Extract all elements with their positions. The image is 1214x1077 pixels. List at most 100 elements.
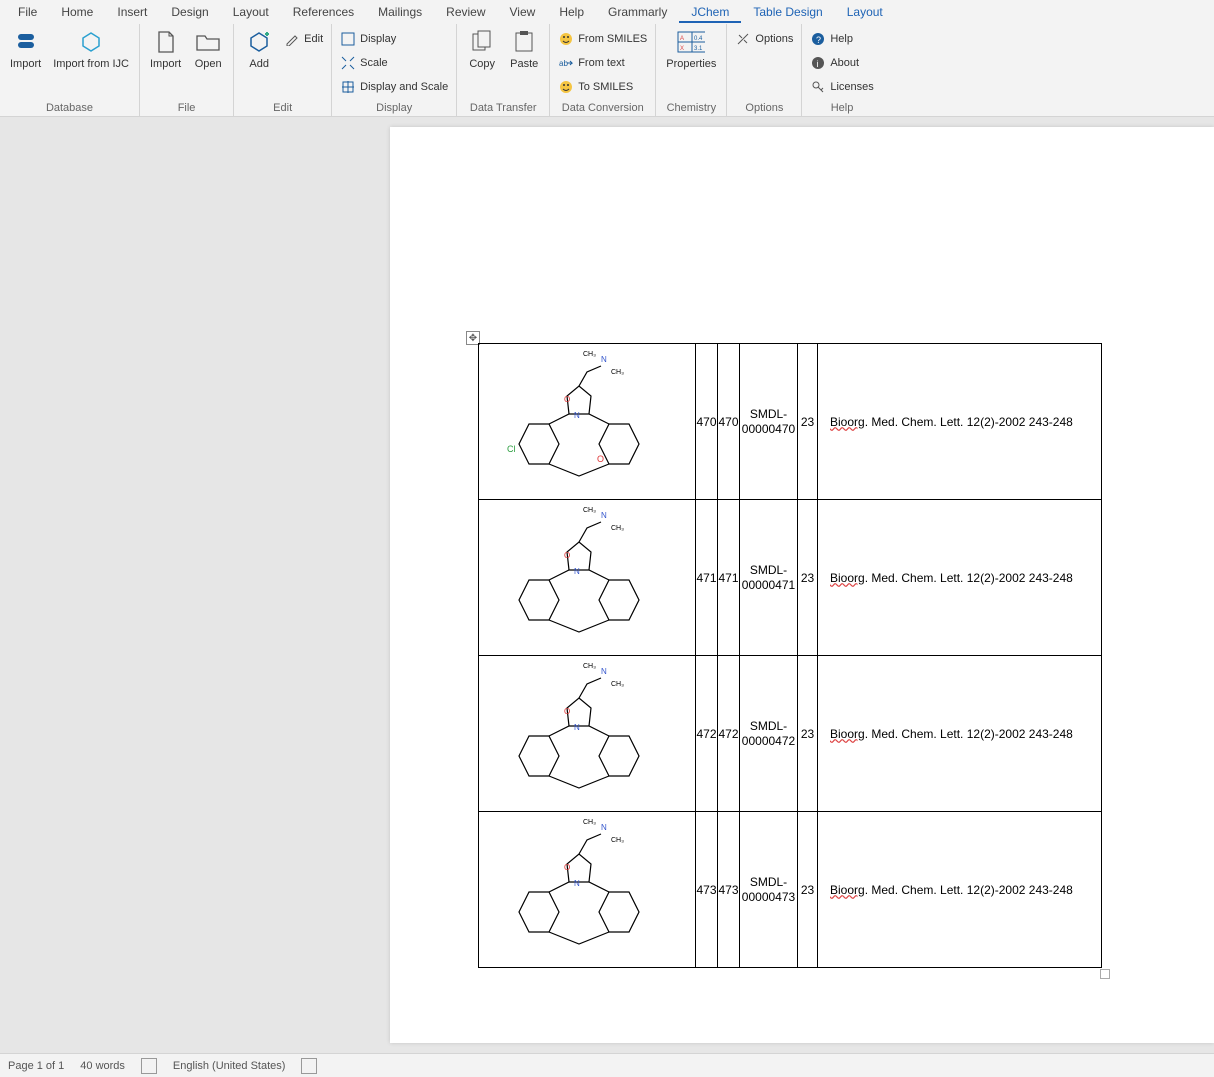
display-button[interactable]: Display — [340, 28, 448, 50]
cell-count[interactable]: 23 — [798, 812, 818, 968]
cell-code[interactable]: SMDL-00000473 — [740, 812, 798, 968]
cell-reference[interactable]: Bioorg. Med. Chem. Lett. 12(2)-2002 243-… — [818, 500, 1102, 656]
cell-structure[interactable]: O N N CH₃ CH₃ — [479, 812, 696, 968]
table-row[interactable]: O N N CH₃ CH₃ 473 473 SMDL-00000473 23 B… — [479, 812, 1102, 968]
scale-button[interactable]: Scale — [340, 52, 448, 74]
menu-file[interactable]: File — [6, 1, 49, 23]
svg-text:O: O — [564, 707, 570, 716]
menu-design[interactable]: Design — [159, 1, 220, 23]
table-row[interactable]: O N N CH₃ CH₃ ClO 470 470 SMDL-00000470 … — [479, 344, 1102, 500]
licenses-button[interactable]: Licenses — [810, 76, 873, 98]
copy-button[interactable]: Copy — [461, 26, 503, 72]
menu-mailings[interactable]: Mailings — [366, 1, 434, 23]
folder-open-icon — [194, 28, 222, 56]
add-button[interactable]: Add — [238, 26, 280, 72]
import-ijc-button[interactable]: Import from IJC — [47, 26, 135, 72]
options-button[interactable]: Options — [735, 28, 793, 50]
cell-id1[interactable]: 471 — [696, 500, 718, 656]
help-label: Help — [830, 33, 853, 45]
menu-home[interactable]: Home — [49, 1, 105, 23]
import-file-button[interactable]: Import — [144, 26, 187, 72]
ribbon-group-dataconversion-label: Data Conversion — [554, 100, 651, 116]
menu-tabledesign[interactable]: Table Design — [741, 1, 834, 23]
ribbon-group-file-label: File — [144, 100, 229, 116]
menu-jchem[interactable]: JChem — [679, 1, 741, 23]
key-icon — [810, 79, 826, 95]
open-button[interactable]: Open — [187, 26, 229, 72]
table-resize-handle[interactable] — [1100, 969, 1110, 979]
cell-structure[interactable]: O N N CH₃ CH₃ — [479, 656, 696, 812]
ribbon-group-chemistry-label: Chemistry — [660, 100, 722, 116]
about-button[interactable]: i About — [810, 52, 873, 74]
status-language[interactable]: English (United States) — [173, 1060, 286, 1072]
cell-id1[interactable]: 473 — [696, 812, 718, 968]
menu-layout2[interactable]: Layout — [835, 1, 895, 23]
pencil-icon — [284, 31, 300, 47]
cell-reference[interactable]: Bioorg. Med. Chem. Lett. 12(2)-2002 243-… — [818, 344, 1102, 500]
ribbon-group-database: Import Import from IJC Database — [0, 24, 140, 116]
help-button[interactable]: ? Help — [810, 28, 873, 50]
cell-id2[interactable]: 472 — [718, 656, 740, 812]
cell-id2[interactable]: 473 — [718, 812, 740, 968]
svg-text:X: X — [680, 46, 684, 52]
ref-text: . Med. Chem. Lett. 12(2)-2002 243-248 — [865, 415, 1073, 429]
svg-text:CH₃: CH₃ — [611, 525, 624, 532]
cell-reference[interactable]: Bioorg. Med. Chem. Lett. 12(2)-2002 243-… — [818, 656, 1102, 812]
status-words[interactable]: 40 words — [80, 1060, 125, 1072]
cell-code[interactable]: SMDL-00000472 — [740, 656, 798, 812]
cell-code[interactable]: SMDL-00000470 — [740, 344, 798, 500]
ribbon-group-datatransfer: Copy Paste Data Transfer — [457, 24, 550, 116]
cell-structure[interactable]: O N N CH₃ CH₃ ClO — [479, 344, 696, 500]
from-smiles-button[interactable]: From SMILES — [558, 28, 647, 50]
display-and-scale-button[interactable]: Display and Scale — [340, 76, 448, 98]
data-table[interactable]: O N N CH₃ CH₃ ClO 470 470 SMDL-00000470 … — [478, 343, 1102, 968]
display-label: Display — [360, 33, 396, 45]
bioorg-keyword: Bioorg — [830, 571, 865, 585]
from-text-button[interactable]: ab From text — [558, 52, 647, 74]
bioorg-keyword: Bioorg — [830, 415, 865, 429]
cell-id2[interactable]: 470 — [718, 344, 740, 500]
cell-code[interactable]: SMDL-00000471 — [740, 500, 798, 656]
table-row[interactable]: O N N CH₃ CH₃ 471 471 SMDL-00000471 23 B… — [479, 500, 1102, 656]
to-smiles-button[interactable]: To SMILES — [558, 76, 647, 98]
cell-id1[interactable]: 470 — [696, 344, 718, 500]
menu-references[interactable]: References — [281, 1, 366, 23]
bioorg-keyword: Bioorg — [830, 727, 865, 741]
ribbon-group-datatransfer-label: Data Transfer — [461, 100, 545, 116]
properties-grid-icon: A0.4X3.1 — [677, 28, 705, 56]
menu-grammarly[interactable]: Grammarly — [596, 1, 679, 23]
add-hexagon-icon — [245, 28, 273, 56]
svg-text:O: O — [564, 551, 570, 560]
table-row[interactable]: O N N CH₃ CH₃ 472 472 SMDL-00000472 23 B… — [479, 656, 1102, 812]
cell-reference[interactable]: Bioorg. Med. Chem. Lett. 12(2)-2002 243-… — [818, 812, 1102, 968]
menu-view[interactable]: View — [498, 1, 548, 23]
cell-id2[interactable]: 471 — [718, 500, 740, 656]
cell-id1[interactable]: 472 — [696, 656, 718, 812]
licenses-label: Licenses — [830, 81, 873, 93]
menu-insert[interactable]: Insert — [105, 1, 159, 23]
ribbon-group-chemistry: A0.4X3.1 Properties Chemistry — [656, 24, 727, 116]
properties-button[interactable]: A0.4X3.1 Properties — [660, 26, 722, 72]
paste-button[interactable]: Paste — [503, 26, 545, 72]
svg-text:A: A — [680, 36, 684, 42]
import-db-button[interactable]: Import — [4, 26, 47, 72]
open-label: Open — [195, 58, 222, 70]
cell-structure[interactable]: O N N CH₃ CH₃ — [479, 500, 696, 656]
cell-count[interactable]: 23 — [798, 344, 818, 500]
macro-icon[interactable] — [301, 1058, 317, 1074]
ijc-icon — [77, 28, 105, 56]
about-label: About — [830, 57, 859, 69]
svg-text:CH₃: CH₃ — [583, 663, 596, 670]
document-area: ✥ O N N CH₃ CH₃ ClO 470 470 SMDL-0000047… — [0, 117, 1214, 1053]
edit-button[interactable]: Edit — [284, 28, 323, 50]
menu-layout[interactable]: Layout — [221, 1, 281, 23]
menu-bar: File Home Insert Design Layout Reference… — [0, 0, 1214, 24]
status-page[interactable]: Page 1 of 1 — [8, 1060, 64, 1072]
menu-review[interactable]: Review — [434, 1, 497, 23]
menu-help[interactable]: Help — [547, 1, 596, 23]
from-smiles-label: From SMILES — [578, 33, 647, 45]
svg-text:N: N — [574, 879, 580, 888]
cell-count[interactable]: 23 — [798, 656, 818, 812]
spellcheck-icon[interactable] — [141, 1058, 157, 1074]
cell-count[interactable]: 23 — [798, 500, 818, 656]
